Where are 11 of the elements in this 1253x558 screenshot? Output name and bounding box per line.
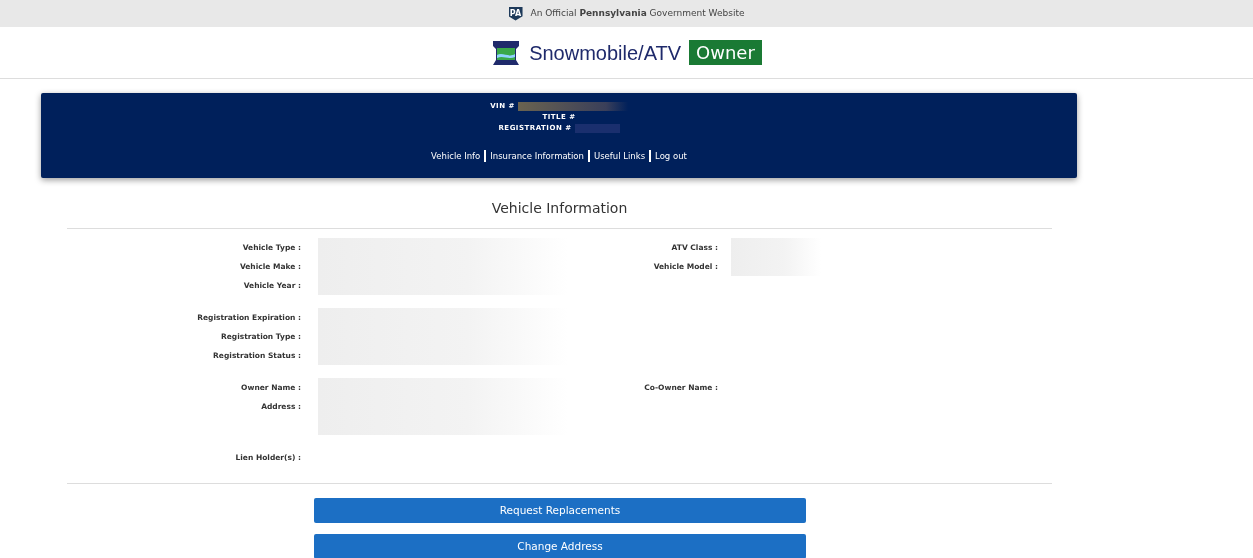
official-website-text: An Official Pennsylvania Government Website — [530, 6, 745, 20]
section-title: Vehicle Information — [67, 178, 1052, 229]
nav-link-item[interactable]: Insurance Information — [490, 150, 584, 163]
nav-link-item[interactable]: Vehicle Info — [431, 150, 481, 163]
role-tag: Owner — [689, 40, 762, 65]
action-button[interactable]: Request Replacements — [314, 498, 806, 523]
app-title: Snowmobile/ATV — [529, 40, 682, 66]
action-button[interactable]: Change Address — [314, 534, 806, 558]
nav-link-item[interactable]: Useful Links — [593, 150, 646, 163]
pa-badge-icon: PA — [508, 6, 523, 21]
nav-link-item[interactable]: Log out — [655, 150, 687, 163]
